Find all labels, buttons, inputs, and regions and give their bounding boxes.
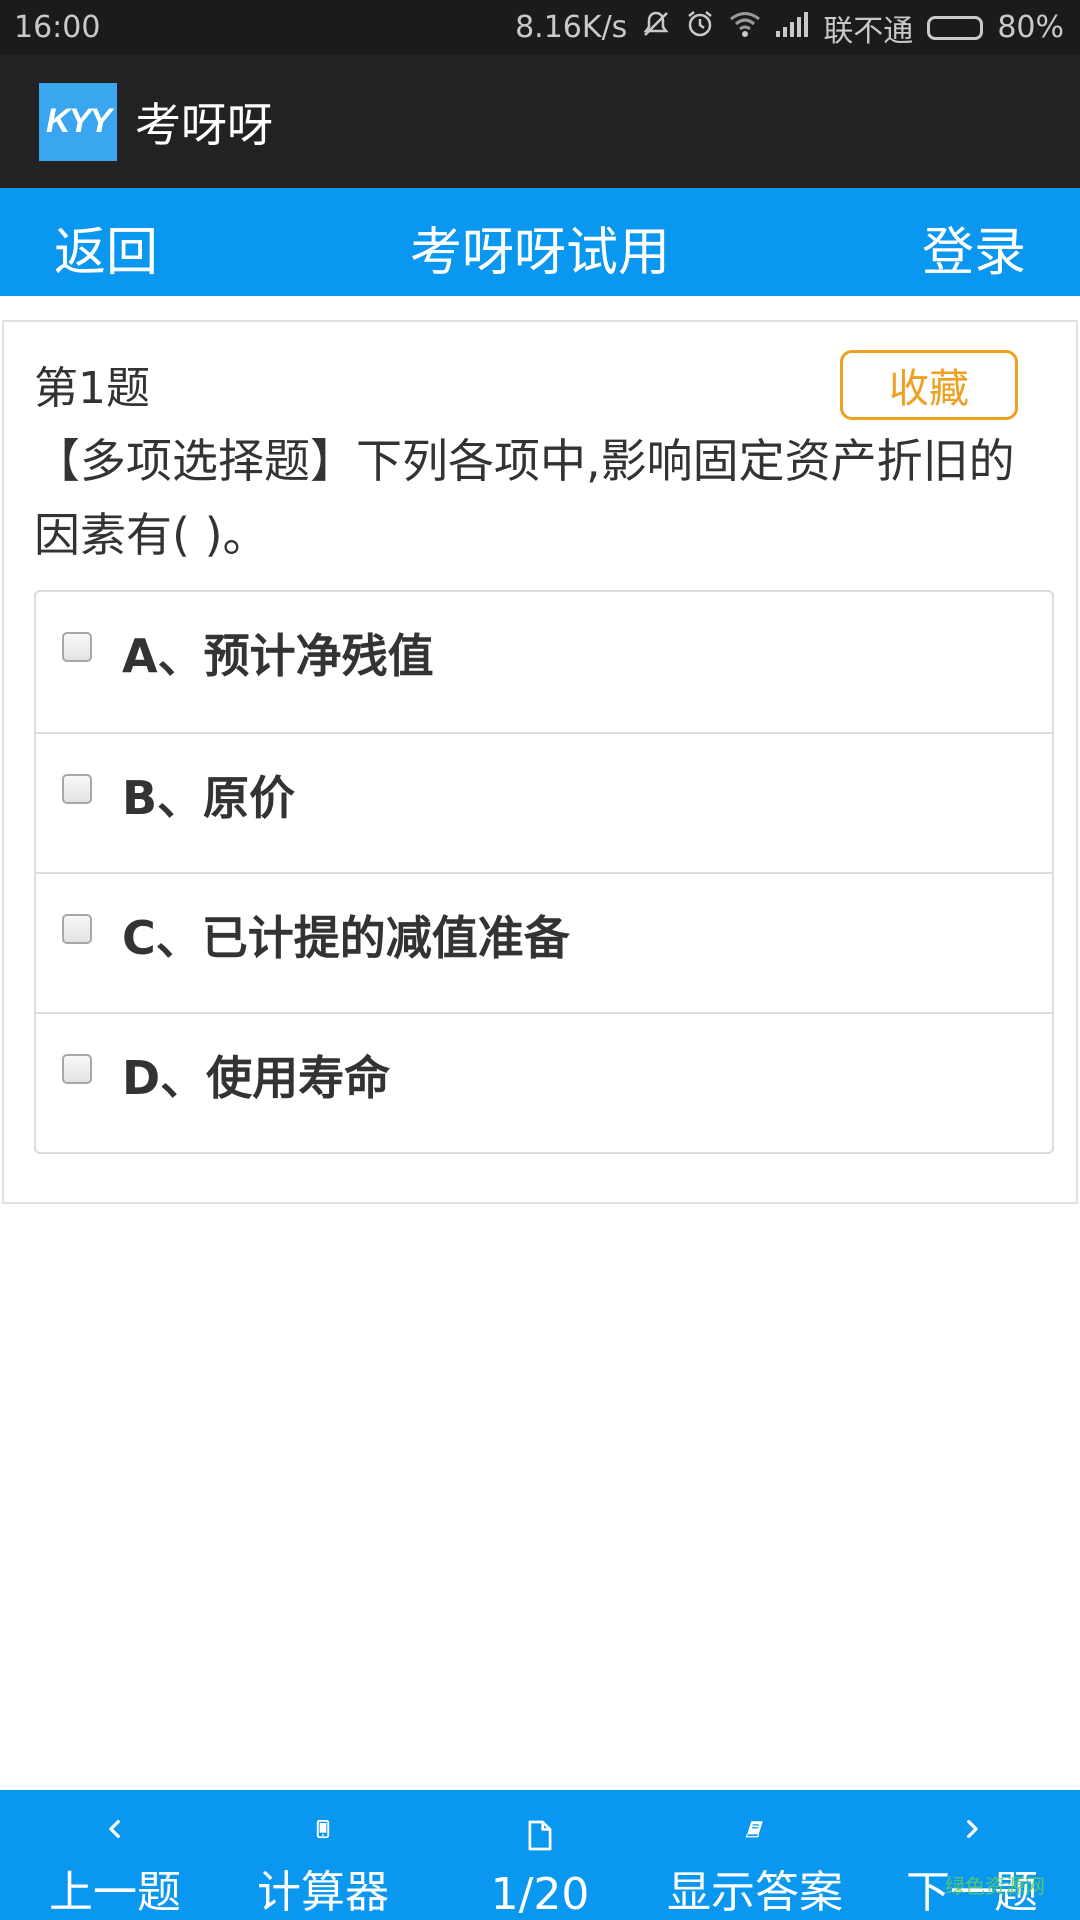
chevron-right-icon (967, 1820, 978, 1838)
option-label: B、原价 (122, 771, 296, 825)
battery-icon (927, 15, 984, 40)
option-d[interactable]: D、使用寿命 (36, 1012, 1052, 1152)
option-checkbox[interactable] (62, 1054, 92, 1084)
show-answer-label: 显示答案 (667, 1867, 843, 1918)
options-list: A、预计净残值 B、原价 C、已计提的减值准备 D、使用寿命 (34, 590, 1054, 1154)
option-c[interactable]: C、已计提的减值准备 (36, 872, 1052, 1012)
chevron-left-icon (109, 1820, 120, 1838)
calculator-button[interactable]: 计算器 (248, 1790, 398, 1920)
mute-icon (641, 9, 671, 47)
wifi-icon (729, 10, 761, 46)
option-b[interactable]: B、原价 (36, 732, 1052, 872)
carrier-name: 联不通 (823, 13, 914, 49)
book-icon (745, 1821, 763, 1838)
document-icon (528, 1820, 552, 1851)
status-bar: 16:00 8.16K/s 联不通 80% (0, 0, 1080, 55)
battery-text: 80% (997, 10, 1064, 45)
favorite-button[interactable]: 收藏 (840, 350, 1018, 420)
page-title: 考呀呀试用 (409, 223, 670, 283)
calculator-label: 计算器 (257, 1867, 389, 1918)
bottom-toolbar: 上一题 计算器 1/20 显示答案 下一题 (0, 1790, 1080, 1920)
status-right: 8.16K/s 联不通 80% (515, 6, 1064, 50)
option-checkbox[interactable] (62, 914, 92, 944)
back-button[interactable]: 返回 (54, 210, 158, 285)
status-time: 16:00 (14, 10, 101, 45)
login-button[interactable]: 登录 (922, 210, 1026, 285)
alarm-icon (685, 9, 715, 47)
option-label: A、预计净残值 (122, 629, 434, 683)
question-card: 第1题 收藏 【多项选择题】下列各项中,影响固定资产折旧的因素有( )。 A、预… (2, 320, 1078, 1204)
show-answer-button[interactable]: 显示答案 (655, 1790, 855, 1920)
option-label: D、使用寿命 (122, 1051, 391, 1105)
option-label: C、已计提的减值准备 (122, 911, 570, 965)
question-number: 第1题 (34, 363, 150, 414)
option-checkbox[interactable] (62, 774, 92, 804)
signal-icon (775, 10, 809, 45)
watermark: 绿色资源网 (945, 1874, 1045, 1898)
prev-question-label: 上一题 (49, 1867, 181, 1918)
question-index-button[interactable]: 1/20 (465, 1790, 615, 1920)
prev-question-button[interactable]: 上一题 (40, 1790, 190, 1920)
question-text: 【多项选择题】下列各项中,影响固定资产折旧的因素有( )。 (34, 434, 1015, 562)
phone-icon (316, 1820, 330, 1838)
option-a[interactable]: A、预计净残值 (36, 592, 1052, 732)
app-logo: KYY (39, 82, 117, 161)
net-speed: 8.16K/s (515, 10, 628, 45)
nav-bar: 考呀呀试用 返回 登录 (0, 188, 1080, 296)
next-question-button[interactable]: 下一题 (897, 1790, 1047, 1920)
app-title: 考呀呀 (135, 97, 273, 152)
question-index-label: 1/20 (490, 1869, 590, 1920)
app-bar: KYY 考呀呀 (0, 55, 1080, 188)
option-checkbox[interactable] (62, 632, 92, 662)
app-logo-text: KYY (46, 102, 112, 140)
